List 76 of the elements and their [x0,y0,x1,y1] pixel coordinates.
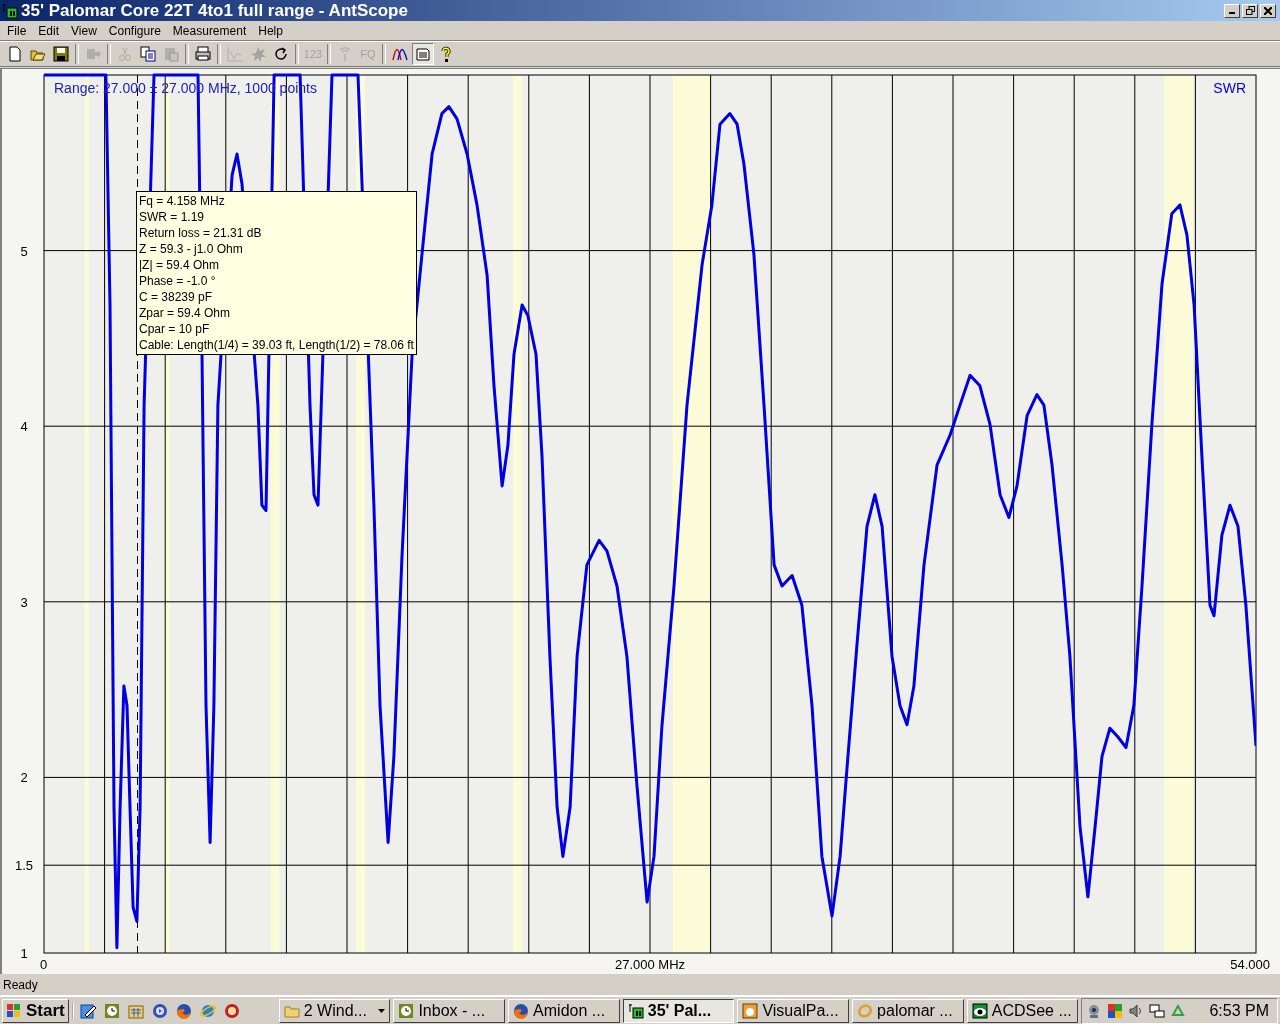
refresh-icon [273,46,289,62]
menu-item[interactable]: Configure [102,23,167,38]
copy-icon [140,46,156,62]
y-tick-label: 4 [20,419,28,435]
clock-icon[interactable] [103,1002,120,1019]
close-icon [1264,6,1272,15]
toolbar-button[interactable] [50,43,72,65]
calendar-icon[interactable] [127,1002,144,1019]
restore-button[interactable] [1242,3,1258,18]
readout-line: |Z| = 59.4 Ohm [139,257,220,273]
network-icon [1149,1002,1166,1019]
close-button[interactable] [1260,3,1276,18]
menu-item[interactable]: Edit [32,23,66,38]
windows-logo-icon [6,1002,22,1019]
clock-text: 6:53 PM [1209,1001,1270,1020]
scissors-icon [117,46,133,62]
app-logo-icon [2,2,18,19]
star-burst-icon [250,46,266,62]
minimize-button[interactable] [1224,3,1240,18]
new-file-icon [7,46,23,62]
readout-line: Cable: Length(1/4) = 39.03 ft, Length(1/2) = 78.06 ft [139,337,414,353]
paste-icon [163,46,179,62]
menu-item[interactable]: File [1,23,33,38]
y-tick-label: 2 [20,770,28,786]
readout-line: Phase = -1.0 ° [139,273,217,289]
x-tick-label: 0 [40,957,48,972]
x-tick-label: 27.000 MHz [614,957,686,972]
menu-item[interactable]: Measurement [166,23,253,38]
save-icon [53,46,69,62]
taskbar-button[interactable]: ACDSee ... [966,998,1079,1023]
eye-icon [971,1002,988,1019]
readout-line: Zpar = 59.4 Ohm [139,305,232,321]
minimize-icon [1229,12,1235,14]
document-icon [415,46,431,62]
clock-icon [398,1002,415,1019]
y-tick-label: 1.5 [14,858,34,874]
ring-icon [857,1002,874,1019]
legend-label: SWR [1213,80,1246,96]
taskbar-button[interactable]: VisualPa... [737,998,850,1023]
y-tick-label: 1 [20,946,28,961]
export-icon [85,46,101,62]
window-title: 35' Palomar Core 22T 4to1 full range - AntScope [21,0,409,21]
readout-line: Z = 59.3 - j1.0 Ohm [139,241,244,257]
readout-line: Cpar = 10 pF [139,321,211,337]
start-button[interactable]: Start [2,998,69,1023]
readout-line: C = 38239 pF [139,289,214,305]
curves-icon [392,46,408,62]
toolbar-button[interactable] [137,43,159,65]
taskbar-button[interactable]: 2 Wind... [278,998,391,1023]
taskbar-button[interactable]: Amidon ... [508,998,620,1023]
menu-item[interactable]: View [65,23,103,38]
status-text: Ready [3,977,38,992]
globe-icon[interactable] [199,1002,216,1019]
readout-line: SWR = 1.19 [139,209,206,225]
colored-squares-icon [1107,1002,1124,1019]
triangle-icon [1170,1002,1187,1019]
app-icon [627,1002,644,1019]
antenna-icon [337,46,353,62]
graph-icon [227,46,243,62]
readout-line: Return loss = 21.31 dB [139,225,263,241]
disc-icon[interactable] [223,1002,240,1019]
printer-icon [195,46,211,62]
readout-line: Fq = 4.158 MHz [139,193,226,209]
taskbar-button[interactable]: palomar ... [852,998,964,1023]
y-tick-label: 5 [20,243,28,259]
taskbar-button[interactable]: 35' Pal... [622,998,735,1023]
pencil-icon[interactable] [79,1002,96,1019]
x-tick-label: 54.000 [1230,957,1270,972]
y-tick-label: 3 [20,594,28,610]
taskbar-button[interactable]: Inbox - ... [393,998,506,1023]
paint-icon [742,1002,759,1019]
media-player-icon[interactable] [151,1002,168,1019]
browser-icon [513,1002,530,1019]
menu-item[interactable]: Help [252,23,289,38]
restore-icon [1245,6,1255,15]
browser-icon[interactable] [175,1002,192,1019]
